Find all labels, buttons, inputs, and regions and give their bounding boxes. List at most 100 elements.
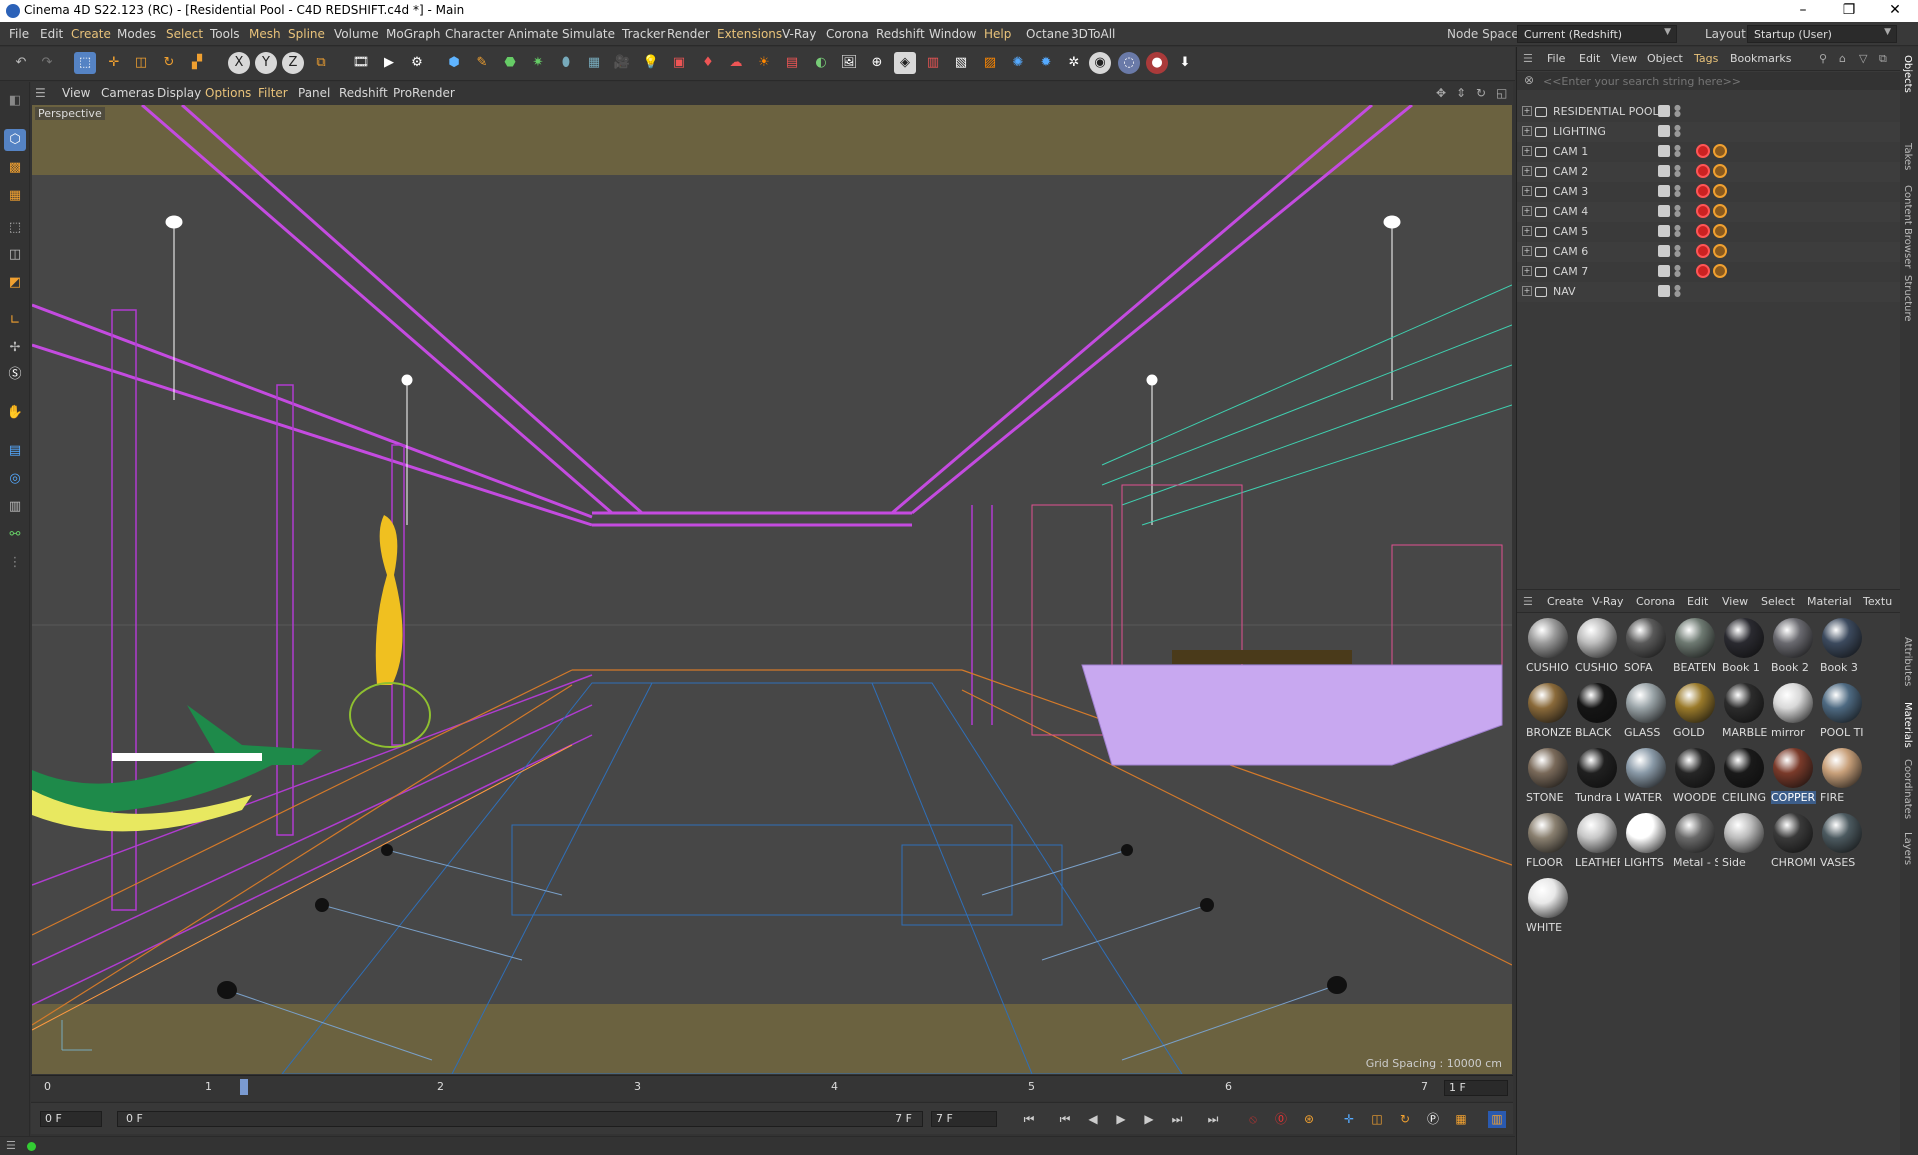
- expand-toggle-icon[interactable]: +: [1522, 186, 1532, 196]
- material-swatch[interactable]: WOODE: [1672, 745, 1718, 808]
- object-row[interactable]: + CAM 4 ● ●: [1517, 202, 1901, 222]
- side-tab-coordinates[interactable]: Coordinates: [1902, 759, 1913, 819]
- redshift-sky-icon[interactable]: ☁: [725, 52, 747, 74]
- edit-checkmark-icon[interactable]: [1658, 285, 1670, 297]
- side-tab-layers[interactable]: Layers: [1902, 832, 1913, 865]
- menu-animate[interactable]: Animate: [508, 27, 558, 41]
- octane-live-icon[interactable]: ◉: [1089, 52, 1111, 74]
- material-swatch[interactable]: WATER: [1623, 745, 1669, 808]
- material-swatch[interactable]: Tundra L: [1574, 745, 1620, 808]
- material-swatch[interactable]: CEILING: [1721, 745, 1767, 808]
- model-mode-icon[interactable]: ⬡: [4, 129, 26, 151]
- extra-tools-icon[interactable]: ⋮: [4, 552, 26, 574]
- edit-checkmark-icon[interactable]: [1658, 265, 1670, 277]
- object-row[interactable]: + CAM 7 ● ●: [1517, 262, 1901, 282]
- record-active-icon[interactable]: ⦸: [1244, 1111, 1262, 1128]
- soft-selection-icon[interactable]: ▥: [4, 496, 26, 518]
- redshift-camera-tag-icon[interactable]: [1696, 264, 1710, 278]
- previous-key-icon[interactable]: ⏮: [1056, 1111, 1074, 1128]
- object-row[interactable]: + CAM 6 ● ●: [1517, 242, 1901, 262]
- om-menu-edit[interactable]: Edit: [1579, 52, 1600, 65]
- cube-icon[interactable]: ⬢: [443, 52, 465, 74]
- pen-icon[interactable]: ✎: [471, 52, 493, 74]
- coordinate-system-icon[interactable]: ⧉: [310, 52, 332, 74]
- menu-redshift[interactable]: Redshift: [876, 27, 925, 41]
- mm-menu-edit[interactable]: Edit: [1687, 595, 1708, 608]
- current-frame-field[interactable]: 0 F: [40, 1111, 102, 1127]
- expand-toggle-icon[interactable]: +: [1522, 286, 1532, 296]
- visibility-dots-icon[interactable]: ● ●: [1674, 224, 1681, 239]
- menu-mesh[interactable]: Mesh: [249, 27, 281, 41]
- vp-menu-prorender[interactable]: ProRender: [393, 86, 455, 100]
- menu-octane[interactable]: Octane: [1026, 27, 1069, 41]
- rotate-tool-icon[interactable]: ↻: [158, 52, 180, 74]
- play-icon[interactable]: ▶: [1112, 1111, 1130, 1128]
- mm-menu-view[interactable]: View: [1722, 595, 1748, 608]
- undo-icon[interactable]: ↶: [10, 52, 32, 74]
- vp-menu-cameras[interactable]: Cameras: [101, 86, 154, 100]
- redshift-camera-tag-icon[interactable]: [1696, 164, 1710, 178]
- key-rotation-icon[interactable]: ↻: [1396, 1111, 1414, 1128]
- expand-toggle-icon[interactable]: +: [1522, 266, 1532, 276]
- go-to-start-icon[interactable]: ⏮: [1020, 1111, 1038, 1128]
- expand-toggle-icon[interactable]: +: [1522, 166, 1532, 176]
- close-button[interactable]: ✕: [1872, 0, 1918, 22]
- octane-render-icon[interactable]: ●: [1146, 52, 1168, 74]
- menu-edit[interactable]: Edit: [40, 27, 63, 41]
- redshift-camera-tag-icon[interactable]: [1696, 204, 1710, 218]
- cloner-icon[interactable]: ✷: [527, 52, 549, 74]
- paint-icon[interactable]: ✋: [4, 402, 26, 424]
- menu-render[interactable]: Render: [667, 27, 710, 41]
- menu-simulate[interactable]: Simulate: [562, 27, 615, 41]
- polygons-mode-icon[interactable]: ◩: [4, 272, 26, 294]
- visibility-dots-icon[interactable]: ● ●: [1674, 144, 1681, 159]
- deformer-icon[interactable]: ⬮: [555, 52, 577, 74]
- recent-tool-icon[interactable]: ▞: [186, 52, 208, 74]
- om-menu-file[interactable]: File: [1547, 52, 1565, 65]
- y-axis-icon[interactable]: Y: [255, 52, 277, 74]
- redshift-camera-tag-icon[interactable]: [1696, 224, 1710, 238]
- filter-icon[interactable]: ▽: [1859, 52, 1867, 65]
- edit-checkmark-icon[interactable]: [1658, 225, 1670, 237]
- side-tab-materials[interactable]: Materials: [1902, 702, 1913, 748]
- zoom-view-icon[interactable]: ⇕: [1456, 86, 1466, 100]
- next-key-icon[interactable]: ⏭: [1168, 1111, 1186, 1128]
- material-swatch[interactable]: BLACK: [1574, 680, 1620, 743]
- status-menu-icon[interactable]: ☰: [6, 1139, 16, 1152]
- viewport-menu-icon[interactable]: ☰: [35, 86, 46, 100]
- pan-view-icon[interactable]: ✥: [1436, 86, 1446, 100]
- material-swatch[interactable]: CUSHIO: [1574, 615, 1620, 678]
- previous-frame-icon[interactable]: ◀: [1084, 1111, 1102, 1128]
- timeline-ruler[interactable]: 0 1 2 3 4 5 6 7 1 F: [31, 1075, 1513, 1101]
- edit-checkmark-icon[interactable]: [1658, 145, 1670, 157]
- edges-mode-icon[interactable]: ◫: [4, 244, 26, 266]
- visibility-dots-icon[interactable]: ● ●: [1674, 204, 1681, 219]
- om-menu-tags[interactable]: Tags: [1694, 52, 1718, 65]
- redshift-proxy-icon[interactable]: ▤: [781, 52, 803, 74]
- redshift-light-icon[interactable]: ♦: [697, 52, 719, 74]
- protection-tag-icon[interactable]: [1713, 204, 1727, 218]
- close-search-icon[interactable]: ⊗: [1524, 73, 1534, 87]
- visibility-dots-icon[interactable]: ● ●: [1674, 164, 1681, 179]
- redshift-material-icon[interactable]: ◐: [810, 52, 832, 74]
- redshift-render-icon[interactable]: ▣: [668, 52, 690, 74]
- redo-icon[interactable]: ↷: [36, 52, 58, 74]
- expand-toggle-icon[interactable]: +: [1522, 206, 1532, 216]
- object-row[interactable]: + LIGHTING ● ●: [1517, 122, 1901, 142]
- material-swatch[interactable]: Side: [1721, 810, 1767, 873]
- key-parameter-icon[interactable]: Ⓟ: [1424, 1111, 1442, 1128]
- edit-checkmark-icon[interactable]: [1658, 205, 1670, 217]
- mm-menu-vray[interactable]: V-Ray: [1592, 595, 1624, 608]
- mm-menu-select[interactable]: Select: [1761, 595, 1795, 608]
- material-swatch[interactable]: BEATEN: [1672, 615, 1718, 678]
- redshift-camera-tag-icon[interactable]: [1696, 244, 1710, 258]
- menu-modes[interactable]: Modes: [117, 27, 156, 41]
- search-icon[interactable]: ⚲: [1819, 52, 1827, 65]
- menu-3dtoall[interactable]: 3DToAll: [1071, 27, 1115, 41]
- menu-tools[interactable]: Tools: [210, 27, 240, 41]
- node-space-select[interactable]: Current (Redshift) ▼: [1517, 25, 1677, 43]
- floor-icon[interactable]: ▦: [583, 52, 605, 74]
- mm-menu-create[interactable]: Create: [1547, 595, 1584, 608]
- restore-button[interactable]: ❐: [1826, 0, 1872, 22]
- material-swatch[interactable]: LIGHTS: [1623, 810, 1669, 873]
